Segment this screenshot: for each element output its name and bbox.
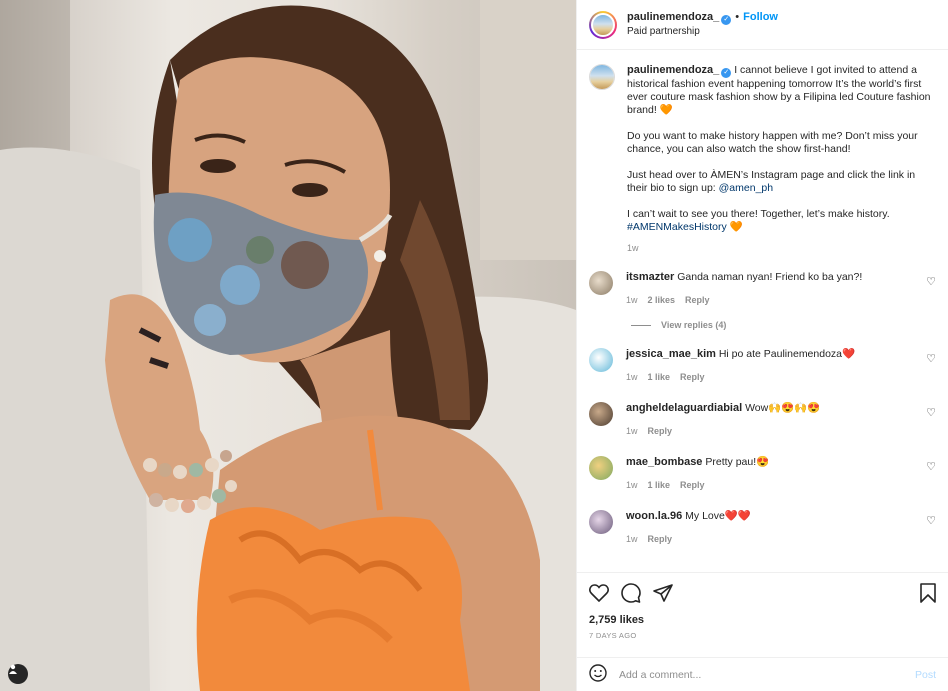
comment-text: Wow🙌😍🙌😍 [745, 402, 821, 414]
paid-partnership-label[interactable]: Paid partnership [627, 25, 778, 39]
share-paper-plane-icon[interactable] [653, 583, 673, 605]
author-avatar[interactable] [589, 10, 617, 39]
author-username[interactable]: paulinemendoza_ [627, 11, 719, 23]
emoji-smiley-icon[interactable] [589, 664, 607, 685]
verified-icon: ✓ [721, 68, 732, 78]
reply-button[interactable]: Reply [680, 372, 705, 382]
comment-avatar[interactable] [589, 510, 613, 534]
comment-input[interactable]: Add a comment... [619, 669, 915, 681]
comment-username[interactable]: woon.la.96 [626, 510, 682, 522]
reply-button[interactable]: Reply [685, 295, 710, 305]
comment-text: Hi po ate Paulinemendoza❤️ [718, 348, 856, 360]
caption-emoji: 🧡 [726, 221, 743, 233]
comment-item: mae_bombase Pretty pau!😍 1w 1 like Reply ♡ [589, 456, 936, 492]
comment-item: angheldelaguardiabial Wow🙌😍🙌😍 1w Reply ♡ [589, 402, 936, 438]
post-photo[interactable] [0, 0, 576, 691]
post-header: paulinemendoza_ ✓ • Follow Paid partnership [577, 0, 948, 50]
reply-button[interactable]: Reply [648, 534, 673, 544]
post-actions: 2,759 likes 7 DAYS AGO [577, 572, 948, 657]
user-tag-icon[interactable] [8, 664, 28, 684]
caption-text-4: I can’t wait to see you there! Together,… [627, 208, 890, 220]
comment-heart-icon[interactable]: ♡ [926, 406, 936, 419]
comment-time[interactable]: 1w [626, 534, 638, 544]
comment-item: woon.la.96 My Love❤️❤️ 1w Reply ♡ [589, 510, 936, 546]
post-side-panel: paulinemendoza_ ✓ • Follow Paid partnership… [576, 0, 948, 691]
comment-likes[interactable]: 1 like [648, 480, 671, 490]
comment-heart-icon[interactable]: ♡ [926, 514, 936, 527]
comment-avatar[interactable] [589, 348, 613, 372]
comment-heart-icon[interactable]: ♡ [926, 460, 936, 473]
comment-time[interactable]: 1w [626, 295, 638, 305]
comment-username[interactable]: jessica_mae_kim [626, 348, 716, 360]
comment-likes[interactable]: 1 like [648, 372, 671, 382]
comment-username[interactable]: itsmazter [626, 271, 674, 283]
comment-item: jessica_mae_kim Hi po ate Paulinemendoza… [589, 348, 936, 384]
like-heart-icon[interactable] [589, 583, 609, 605]
follow-button[interactable]: Follow [743, 11, 778, 23]
post-timestamp[interactable]: 7 DAYS AGO [589, 631, 936, 640]
separator-dot: • [735, 11, 740, 23]
view-replies-label[interactable]: View replies (4) [661, 320, 726, 330]
comments-section[interactable]: paulinemendoza_ ✓ I cannot believe I got … [577, 50, 948, 572]
post-comment-button[interactable]: Post [915, 669, 936, 681]
hashtag-link[interactable]: #AMENMakesHistory [627, 221, 727, 233]
mention-link[interactable]: @amen_ph [719, 182, 773, 194]
likes-count[interactable]: 2,759 likes [589, 614, 936, 626]
bookmark-icon[interactable] [920, 582, 936, 606]
comment-time[interactable]: 1w [626, 426, 638, 436]
add-comment-bar: Add a comment... Post [577, 657, 948, 691]
comment-avatar[interactable] [589, 456, 613, 480]
verified-icon: ✓ [721, 15, 732, 25]
comment-text: Ganda naman nyan! Friend ko ba yan?! [677, 271, 863, 283]
comment-bubble-icon[interactable] [621, 582, 641, 606]
comment-heart-icon[interactable]: ♡ [926, 352, 936, 365]
comment-text: My Love❤️❤️ [685, 510, 752, 522]
comment-username[interactable]: angheldelaguardiabial [626, 402, 742, 414]
comment-text: Pretty pau!😍 [705, 456, 770, 468]
caption-username[interactable]: paulinemendoza_ [627, 64, 719, 76]
reply-button[interactable]: Reply [680, 480, 705, 490]
view-replies-button[interactable]: View replies (4) [631, 320, 936, 330]
caption-text-2: Do you want to make history happen with … [627, 130, 918, 155]
reply-button[interactable]: Reply [648, 426, 673, 436]
comment-avatar[interactable] [589, 271, 613, 295]
comment-avatar[interactable] [589, 402, 613, 426]
photo-illustration [0, 0, 576, 691]
comment-time[interactable]: 1w [626, 480, 638, 490]
caption-time[interactable]: 1w [627, 242, 936, 255]
comment-likes[interactable]: 2 likes [648, 295, 676, 305]
comment-username[interactable]: mae_bombase [626, 456, 702, 468]
caption-avatar[interactable] [589, 64, 615, 90]
comment-heart-icon[interactable]: ♡ [926, 275, 936, 288]
caption: paulinemendoza_ ✓ I cannot believe I got … [589, 64, 936, 255]
comment-time[interactable]: 1w [626, 372, 638, 382]
comment-item: itsmazter Ganda naman nyan! Friend ko ba… [589, 271, 936, 307]
